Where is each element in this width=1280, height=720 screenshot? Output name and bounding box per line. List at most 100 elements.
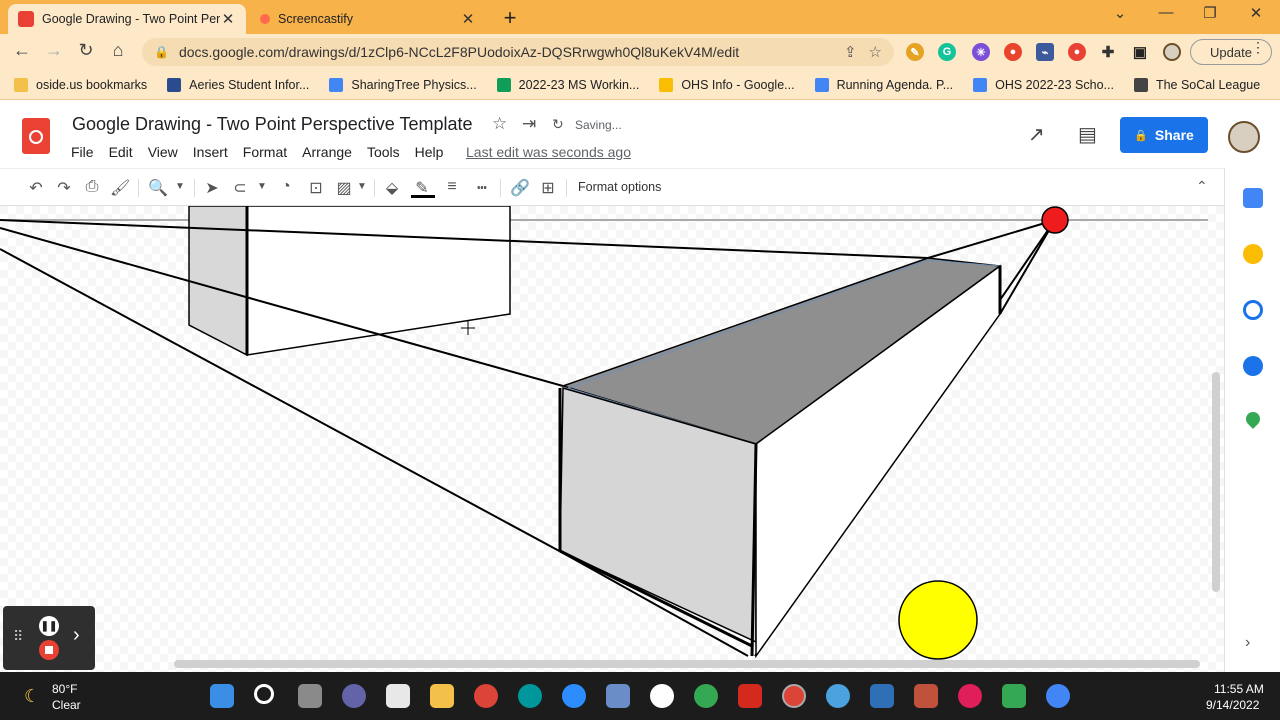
comments-icon[interactable]: ▤ (1078, 122, 1097, 147)
maps-icon[interactable] (1243, 409, 1263, 429)
drag-handle-icon[interactable]: ⠿ (13, 628, 23, 645)
bookmark-item[interactable]: The SoCal League (1133, 77, 1260, 92)
new-tab-icon[interactable]: + (498, 5, 522, 31)
chevron-down-icon[interactable]: ▼ (170, 181, 190, 192)
format-options-button[interactable]: Format options (578, 180, 661, 194)
bookmark-item[interactable]: Running Agenda. P... (814, 77, 953, 92)
close-icon[interactable]: ✕ (460, 10, 476, 28)
tasks-icon[interactable] (1243, 300, 1263, 320)
zoom-icon[interactable]: 🔍 (148, 178, 168, 198)
chevron-right-icon[interactable]: › (73, 624, 80, 647)
shape-tool-icon[interactable]: ◔ (276, 178, 296, 196)
keep-icon[interactable] (1243, 244, 1263, 264)
extension-puzzle-color-icon[interactable]: ✎ (906, 43, 924, 61)
line-tool-icon[interactable]: ⊂ (230, 178, 250, 198)
bookmark-item[interactable]: Aeries Student Infor... (167, 77, 309, 92)
bookmark-item[interactable]: OHS Info - Google... (659, 77, 795, 92)
close-icon[interactable]: ✕ (220, 10, 236, 28)
print-icon[interactable]: ⎙ (82, 178, 102, 196)
add-comment-icon[interactable]: ⊞ (538, 178, 558, 198)
restore-icon[interactable]: ❐ (1198, 4, 1222, 22)
file-explorer-icon[interactable] (430, 684, 454, 708)
menu-arrange[interactable]: Arrange (302, 144, 352, 160)
stop-icon[interactable] (39, 640, 59, 660)
side-panel-icon[interactable]: ▣ (1131, 43, 1149, 61)
link-icon[interactable]: 🔗 (510, 178, 530, 198)
home-icon[interactable]: ⌂ (106, 40, 130, 61)
move-folder-icon[interactable]: ⇥ (522, 114, 536, 134)
extension-star-icon[interactable]: ✳ (972, 43, 990, 61)
weather-condition[interactable]: Clear (52, 698, 81, 712)
avatar[interactable] (1228, 121, 1260, 153)
reload-icon[interactable]: ↻ (74, 40, 98, 61)
chrome-active-icon[interactable] (782, 684, 806, 708)
activity-trend-icon[interactable]: ↗ (1028, 122, 1045, 147)
window-close-icon[interactable]: ✕ (1244, 4, 1268, 22)
wordpress-icon[interactable] (650, 684, 674, 708)
image-viewer-icon[interactable] (870, 684, 894, 708)
horizontal-scrollbar[interactable] (174, 660, 1200, 668)
pause-icon[interactable]: ❚❚ (39, 616, 59, 636)
chrome-icon[interactable] (474, 684, 498, 708)
search-icon[interactable] (254, 684, 274, 704)
tab-google-drawing[interactable]: Google Drawing - Two Point Pers ✕ (8, 4, 246, 34)
menu-insert[interactable]: Insert (193, 144, 228, 160)
menu-view[interactable]: View (148, 144, 178, 160)
zoom-icon[interactable] (562, 684, 586, 708)
chevron-down-icon[interactable]: ▼ (352, 181, 372, 192)
clock-date[interactable]: 9/14/2022 (1206, 698, 1259, 712)
screencastify-extension-icon[interactable]: ● (1068, 43, 1086, 61)
menu-file[interactable]: File (71, 144, 94, 160)
menu-edit[interactable]: Edit (109, 144, 133, 160)
bookmark-item[interactable]: oside.us bookmarks (14, 77, 147, 92)
acrobat-icon[interactable] (738, 684, 762, 708)
tab-search-chevron-icon[interactable]: ⌄ (1108, 4, 1132, 22)
task-view-icon[interactable] (298, 684, 322, 708)
share-page-icon[interactable]: ⇪ (844, 43, 857, 61)
slack-icon[interactable] (958, 684, 982, 708)
photos-icon[interactable] (606, 684, 630, 708)
chat-icon[interactable] (342, 684, 366, 708)
chrome-menu-icon[interactable]: ⋮ (1246, 39, 1270, 56)
back-arrow-icon[interactable]: ← (10, 40, 34, 61)
arduino-icon[interactable] (518, 684, 542, 708)
redo-icon[interactable]: ↷ (54, 178, 74, 198)
vertical-scrollbar[interactable] (1212, 372, 1220, 592)
windows-start-icon[interactable] (210, 684, 234, 708)
extensions-puzzle-icon[interactable]: ✚ (1099, 43, 1117, 61)
store-icon[interactable] (386, 684, 410, 708)
color-wheel-icon[interactable]: ● (1004, 43, 1022, 61)
chevron-right-icon[interactable]: › (1245, 634, 1250, 652)
fill-color-icon[interactable]: ⬙ (382, 178, 402, 198)
last-edit-link[interactable]: Last edit was seconds ago (466, 144, 631, 160)
moon-icon[interactable]: ☾ (24, 686, 40, 707)
bookmark-star-icon[interactable]: ☆ (869, 43, 882, 61)
text-box-icon[interactable]: ⊡ (306, 178, 326, 198)
minimize-icon[interactable]: — (1154, 4, 1178, 21)
bars-app-icon[interactable] (914, 684, 938, 708)
undo-icon[interactable]: ↶ (26, 178, 46, 198)
paint-icon[interactable] (826, 684, 850, 708)
paint-format-icon[interactable]: 🖌 (110, 178, 130, 198)
google-drawings-logo-icon[interactable] (22, 118, 50, 154)
profile-avatar[interactable] (1163, 43, 1181, 61)
clock-time[interactable]: 11:55 AM (1214, 682, 1264, 696)
menu-help[interactable]: Help (415, 144, 444, 160)
bookmark-item[interactable]: OHS 2022-23 Scho... (973, 77, 1114, 92)
share-button[interactable]: 🔒 Share (1120, 117, 1208, 153)
document-title[interactable]: Google Drawing - Two Point Perspective T… (72, 114, 473, 135)
grammarly-icon[interactable]: G (938, 43, 956, 61)
chrome-user-icon[interactable] (1046, 684, 1070, 708)
weather-temperature[interactable]: 80°F (52, 682, 77, 696)
address-bar[interactable]: 🔒 docs.google.com/drawings/d/1zClp6-NCcL… (142, 38, 894, 66)
menu-tools[interactable]: Tools (367, 144, 400, 160)
hangouts-icon[interactable] (1002, 684, 1026, 708)
drawing-canvas[interactable] (0, 206, 1224, 672)
calendar-icon[interactable] (1243, 188, 1263, 208)
bookmark-item[interactable]: SharingTree Physics... (329, 77, 477, 92)
bookmark-item[interactable]: 2022-23 MS Workin... (496, 77, 639, 92)
extension-doc-icon[interactable]: ⌁ (1036, 43, 1054, 61)
border-weight-icon[interactable]: ≡ (442, 178, 462, 196)
image-icon[interactable]: ▨ (334, 178, 354, 198)
forward-arrow-icon[interactable]: → (42, 40, 66, 61)
